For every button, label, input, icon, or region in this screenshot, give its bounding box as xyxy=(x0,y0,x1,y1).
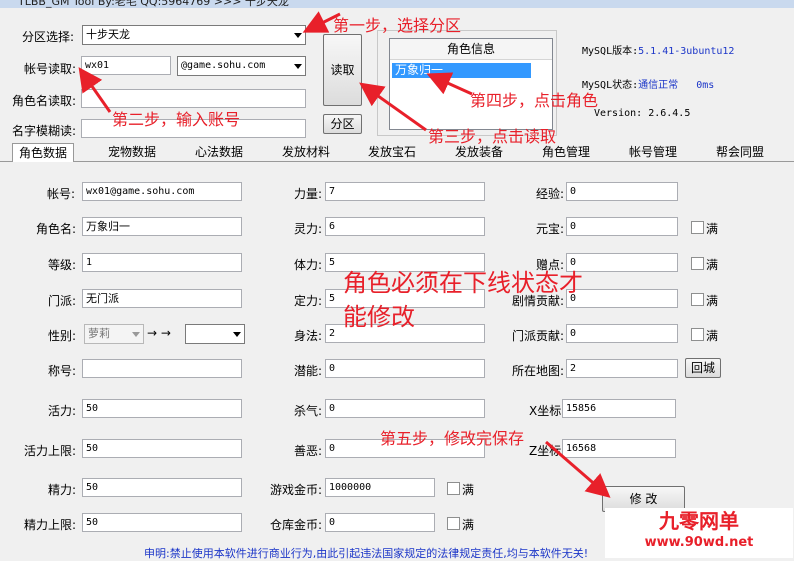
arrow-step2 xyxy=(78,67,112,113)
arrow-step5 xyxy=(545,440,611,498)
watermark-brand: 九零网单 xyxy=(659,509,739,533)
annotation-arrows xyxy=(78,11,611,498)
watermark-url: www.90wd.net xyxy=(644,535,754,550)
arrow-step4 xyxy=(426,72,473,96)
watermark: 九零网单 www.90wd.net xyxy=(605,508,793,558)
arrow-step1 xyxy=(302,11,341,33)
arrow-step3 xyxy=(359,82,427,132)
